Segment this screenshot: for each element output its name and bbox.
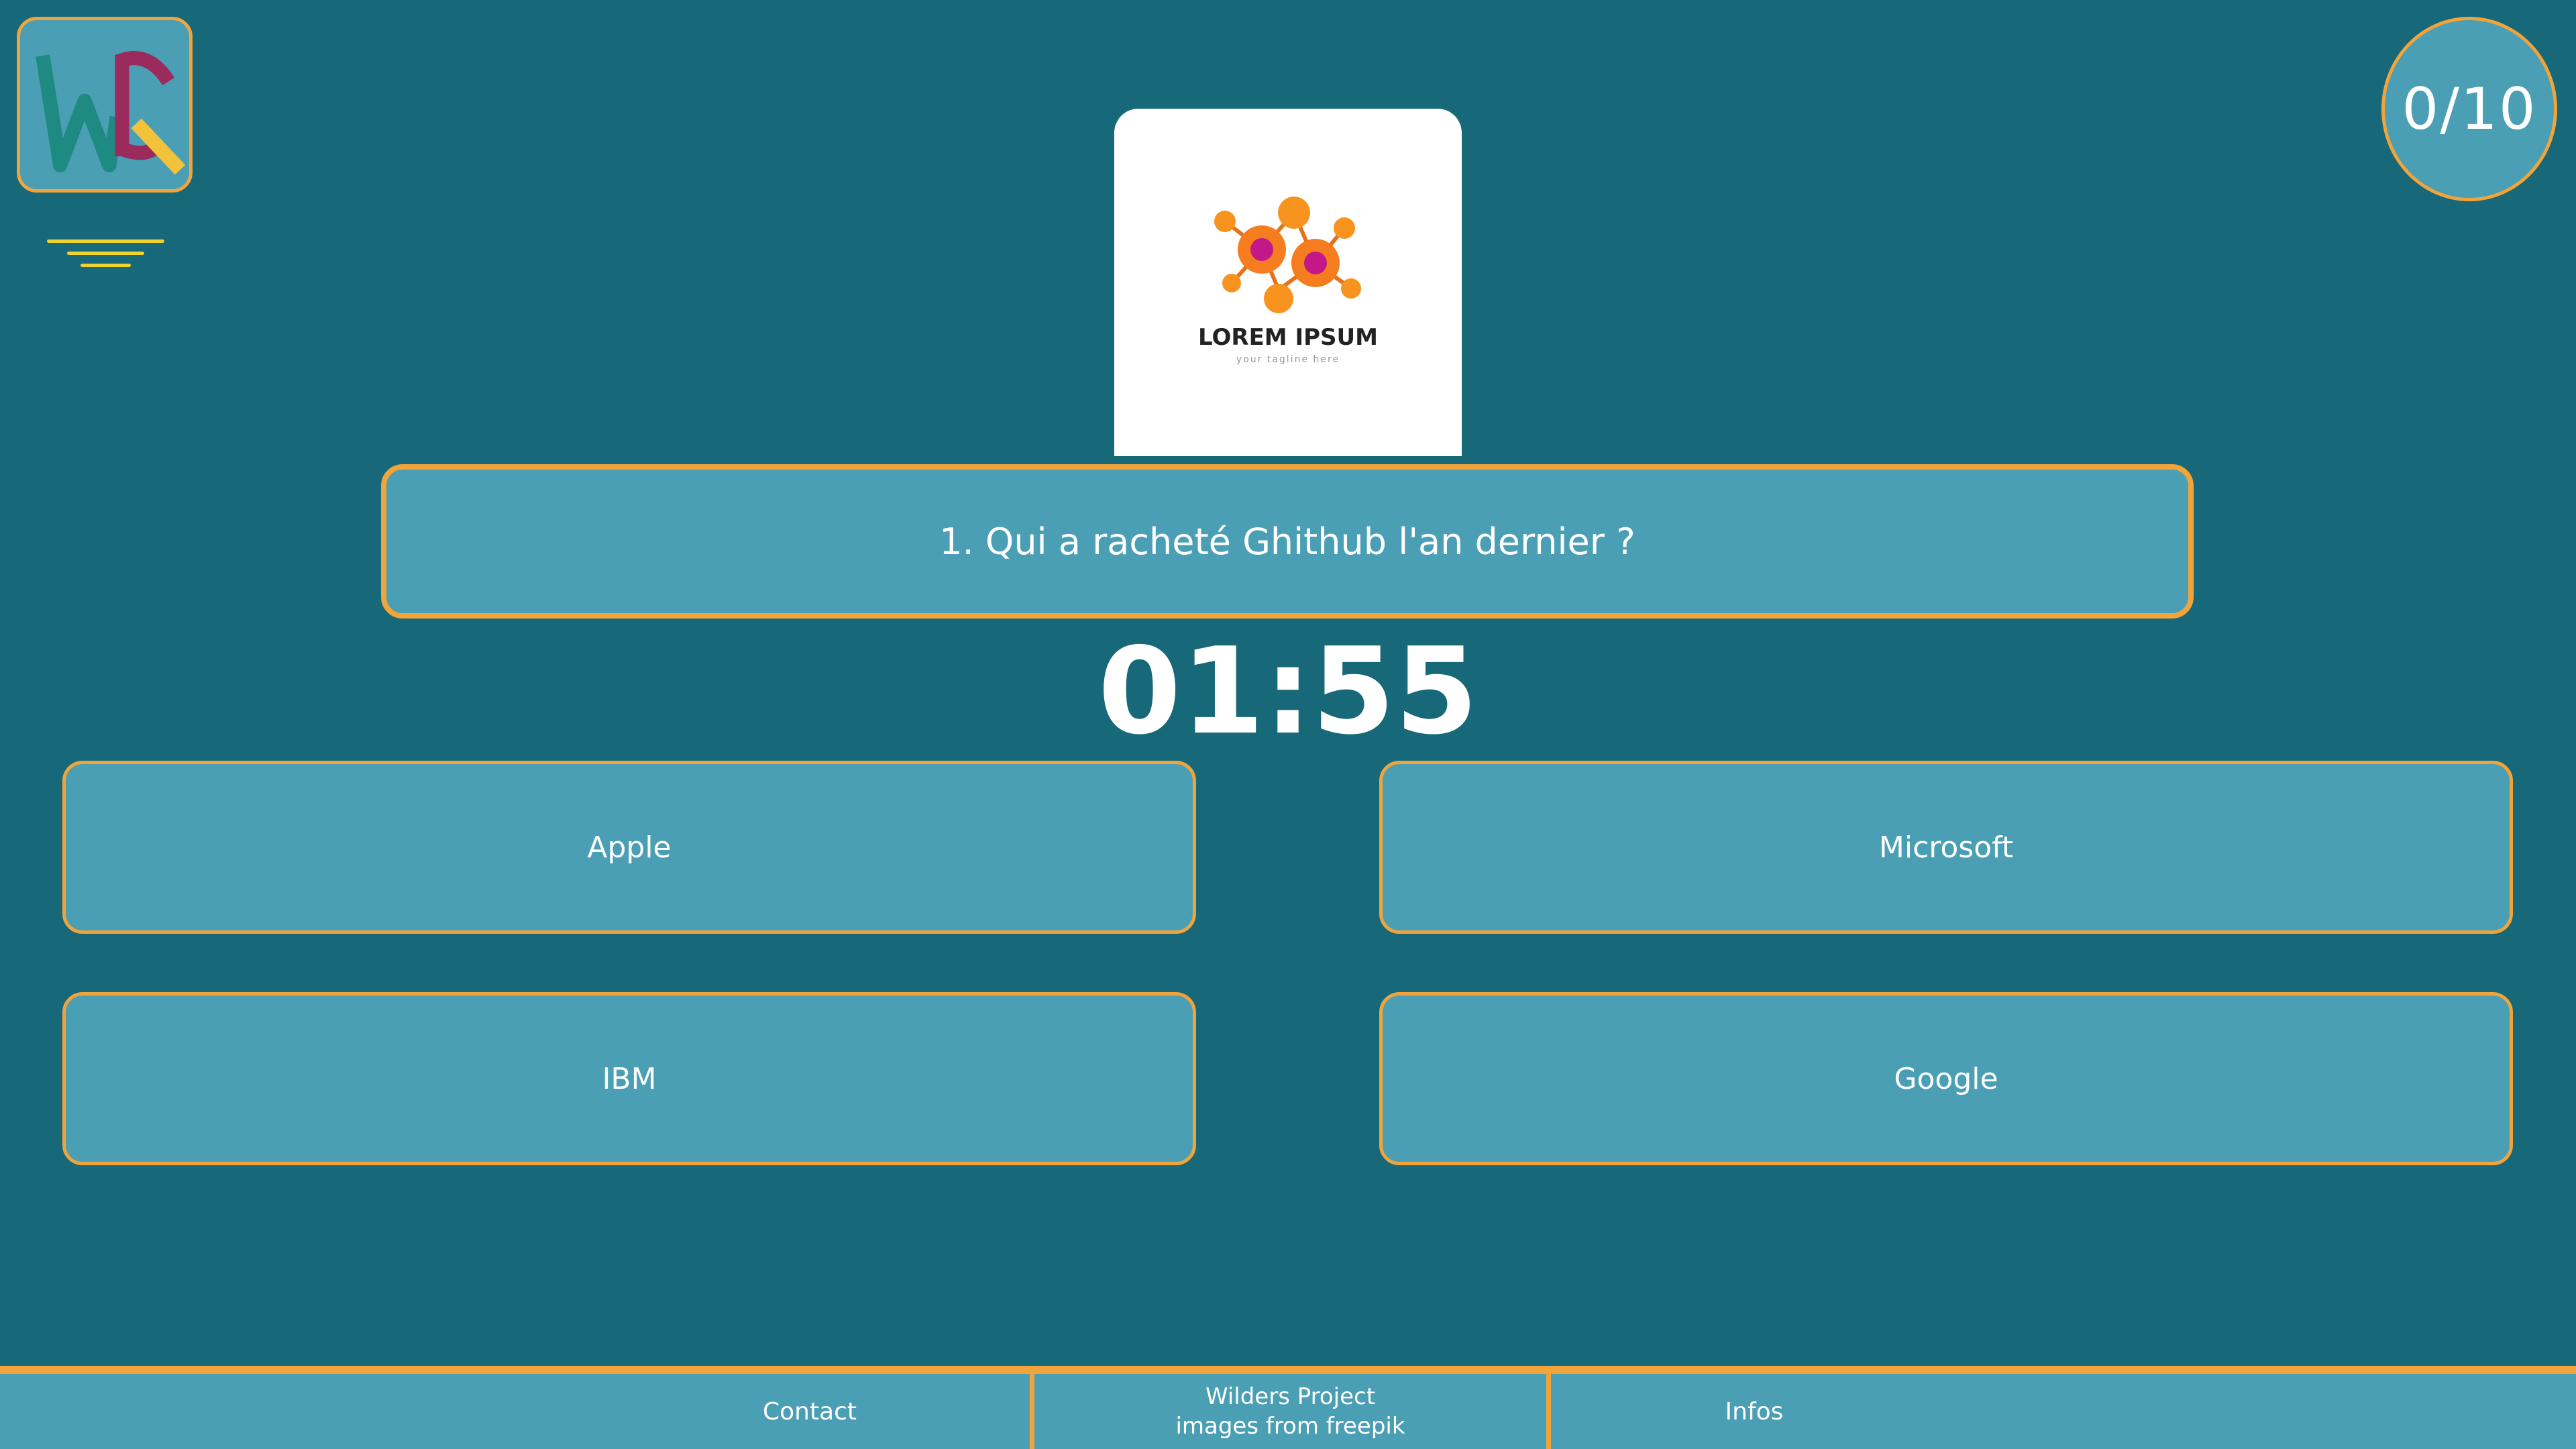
question-text: 1. Qui a racheté Ghithub l'an dernier ? (939, 520, 1635, 563)
wq-logo-icon (36, 51, 186, 175)
score-counter: 0/10 (2381, 17, 2557, 201)
question-box: 1. Qui a racheté Ghithub l'an dernier ? (381, 464, 2194, 619)
answer-label: Google (1894, 1061, 1998, 1096)
answer-label: Apple (587, 830, 672, 865)
footer: Contact Wilders Project images from free… (0, 1366, 2576, 1449)
footer-project-text: Wilders Project (1205, 1383, 1376, 1410)
footer-credits-text: images from freepik (1175, 1413, 1405, 1440)
app-logo[interactable] (17, 17, 193, 193)
footer-credits: Wilders Project images from freepik (1034, 1374, 1546, 1449)
answer-button-1[interactable]: Apple (62, 761, 1196, 934)
countdown-timer: 01:55 (1097, 621, 1479, 761)
answer-label: Microsoft (1878, 830, 2014, 865)
hamburger-menu-icon[interactable] (47, 238, 164, 272)
image-tagline-text: your tagline here (1236, 354, 1340, 365)
footer-divider (1546, 1374, 1551, 1449)
molecule-logo-image: LOREM IPSUM your tagline here (1198, 197, 1378, 365)
footer-divider (1030, 1374, 1034, 1449)
answer-button-2[interactable]: Microsoft (1379, 761, 2513, 934)
answer-button-3[interactable]: IBM (62, 992, 1196, 1165)
footer-infos-link[interactable]: Infos (1610, 1374, 1898, 1449)
answer-button-4[interactable]: Google (1379, 992, 2513, 1165)
question-image: LOREM IPSUM your tagline here (1114, 109, 1462, 456)
answer-label: IBM (602, 1061, 657, 1096)
footer-contact-link[interactable]: Contact (671, 1374, 949, 1449)
image-brand-text: LOREM IPSUM (1198, 324, 1378, 351)
